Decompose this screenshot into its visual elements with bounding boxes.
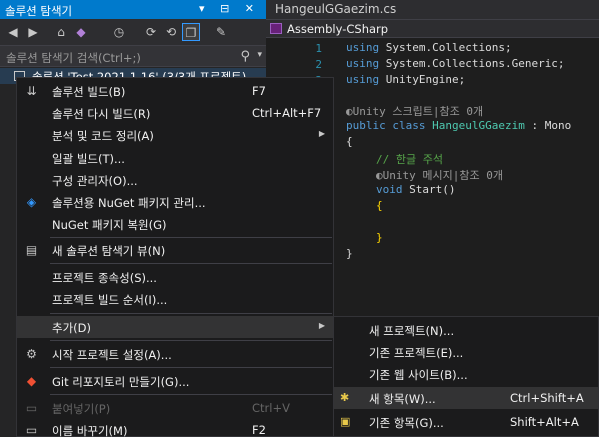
show-all-files-icon[interactable]: ❐ (182, 23, 200, 41)
submenu-item-existing-website[interactable]: 기존 웹 사이트(B)... (334, 363, 598, 385)
codelens-method[interactable]: ◐Unity 메시지|참조 0개 (376, 167, 503, 183)
submenu-item-new-item[interactable]: ✱ 새 항목(W)... Ctrl+Shift+A (334, 387, 598, 409)
tab-hangeulggaezim[interactable]: HangeulGGaezim.cs (270, 0, 406, 19)
solution-explorer-search[interactable]: 솔루션 탐색기 검색(Ctrl+;) ⚲ ▾ (0, 45, 266, 67)
menu-item-build-solution[interactable]: ⇊ 솔루션 빌드(B) F7 (17, 80, 333, 102)
code-line: public class HangeulGGaezim : Mono (346, 119, 572, 132)
line-number: 1 (315, 42, 322, 55)
solution-explorer-title-text: 솔루션 탐색기 (5, 4, 73, 18)
code-line: { (376, 199, 383, 212)
menu-separator (50, 367, 332, 368)
home-icon[interactable]: ⌂ (52, 23, 70, 41)
csharp-project-icon (270, 23, 282, 34)
search-placeholder[interactable]: 솔루션 탐색기 검색(Ctrl+;) (6, 50, 141, 66)
menu-item-add[interactable]: 추가(D) ▶ (17, 316, 333, 338)
menu-separator (50, 340, 332, 341)
code-line: void Start() (376, 183, 456, 196)
menu-item-batch-build[interactable]: 일괄 빌드(T)... (17, 147, 333, 169)
tab-label: HangeulGGaezim.cs (275, 2, 397, 16)
menu-item-rebuild-solution[interactable]: 솔루션 다시 빌드(R) Ctrl+Alt+F7 (17, 102, 333, 124)
project-dropdown-label: Assembly-CSharp (287, 22, 389, 36)
menu-item-paste[interactable]: ▭ 붙여넣기(P) Ctrl+V (17, 397, 333, 419)
submenu-arrow-icon: ▶ (318, 321, 325, 330)
submenu-arrow-icon: ▶ (318, 129, 325, 138)
search-icon[interactable]: ⚲ (240, 49, 250, 64)
menu-separator (50, 237, 332, 238)
back-icon[interactable]: ◀ (4, 23, 22, 41)
submenu-item-existing-item[interactable]: ▣ 기존 항목(G)... Shift+Alt+A (334, 411, 598, 433)
code-line: } (376, 231, 383, 244)
title-window-icons[interactable]: ▾ ⊟ ✕ (199, 2, 260, 15)
editor-tab-bar: HangeulGGaezim.cs (266, 0, 599, 19)
menu-separator (50, 263, 332, 264)
visual-studio-icon[interactable]: ◆ (72, 23, 90, 41)
add-submenu: 새 프로젝트(N)... 기존 프로젝트(E)... 기존 웹 사이트(B)..… (333, 316, 599, 437)
codelens-class[interactable]: ◐Unity 스크립트|참조 0개 (346, 103, 483, 119)
sync-icon[interactable]: ⟳ (142, 23, 160, 41)
submenu-item-new-project[interactable]: 새 프로젝트(N)... (334, 319, 598, 341)
paste-icon: ▭ (25, 401, 38, 415)
nuget-icon: ◈ (26, 195, 37, 209)
menu-separator (50, 394, 332, 395)
history-icon[interactable]: ◷ (110, 23, 128, 41)
new-item-icon: ✱ (340, 391, 350, 404)
refresh-icon[interactable]: ⟲ (162, 23, 180, 41)
properties-icon[interactable]: ✎ (212, 23, 230, 41)
existing-item-icon: ▣ (340, 415, 351, 428)
code-line: } (346, 247, 353, 260)
solution-explorer-toolbar: ◀ ▶ ⌂ ◆ ◷ ⟳ ⟲ ❐ ✎ (0, 19, 266, 45)
code-line: { (346, 135, 353, 148)
code-comment: // 한글 주석 (376, 153, 443, 166)
menu-item-analyze[interactable]: 분석 및 코드 정리(A) ▶ (17, 124, 333, 146)
menu-item-restore-nuget[interactable]: NuGet 패키지 복원(G) (17, 213, 333, 235)
menu-item-build-order[interactable]: 프로젝트 빌드 순서(I)... (17, 288, 333, 310)
gear-icon: ⚙ (26, 347, 37, 361)
menu-item-project-dependencies[interactable]: 프로젝트 종속성(S)... (17, 266, 333, 288)
code-line: using System.Collections; (346, 41, 512, 54)
forward-icon[interactable]: ▶ (24, 23, 42, 41)
explorer-view-icon: ▤ (25, 243, 38, 257)
code-line: using System.Collections.Generic; (346, 57, 565, 70)
git-icon: ◆ (26, 374, 37, 388)
menu-separator (50, 313, 332, 314)
editor-navigation-bar[interactable]: Assembly-CSharp (266, 19, 599, 38)
search-options-icon[interactable]: ▾ (257, 50, 262, 60)
rename-icon: ▭ (25, 423, 38, 437)
menu-item-rename[interactable]: ▭ 이름 바꾸기(M) F2 (17, 419, 333, 437)
menu-item-manage-nuget[interactable]: ◈ 솔루션용 NuGet 패키지 관리... (17, 191, 333, 213)
solution-context-menu: ⇊ 솔루션 빌드(B) F7 솔루션 다시 빌드(R) Ctrl+Alt+F7 … (16, 77, 334, 437)
build-icon: ⇊ (26, 84, 37, 98)
submenu-item-existing-project[interactable]: 기존 프로젝트(E)... (334, 341, 598, 363)
menu-item-configuration-manager[interactable]: 구성 관리자(O)... (17, 169, 333, 191)
menu-item-create-git-repo[interactable]: ◆ Git 리포지토리 만들기(G)... (17, 370, 333, 392)
line-number: 2 (315, 58, 322, 71)
menu-item-set-startup[interactable]: ⚙ 시작 프로젝트 설정(A)... (17, 343, 333, 365)
menu-item-new-explorer-view[interactable]: ▤ 새 솔루션 탐색기 뷰(N) (17, 239, 333, 261)
code-line: using UnityEngine; (346, 73, 466, 86)
solution-explorer-title: 솔루션 탐색기 ▾ ⊟ ✕ (0, 0, 266, 19)
